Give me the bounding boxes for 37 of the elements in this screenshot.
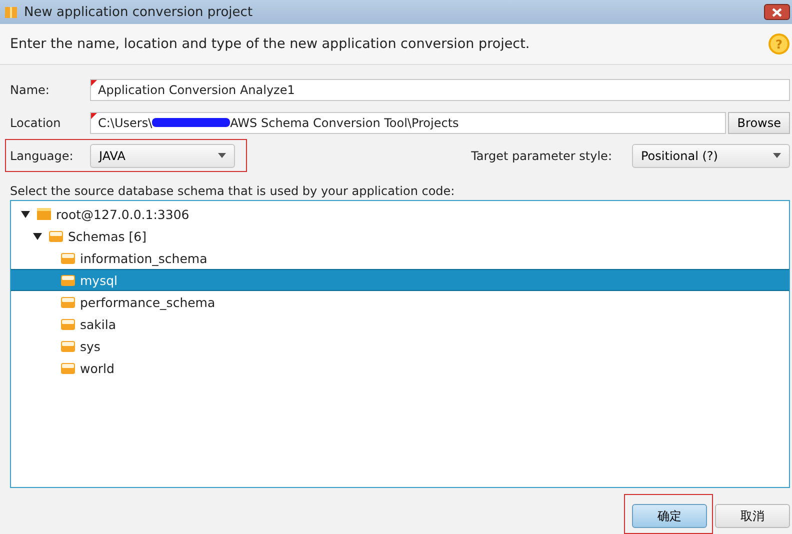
caret-icon — [773, 153, 781, 158]
folder-icon — [60, 295, 76, 309]
field-label: Name: — [10, 82, 50, 96]
dialog-button[interactable]: 确定 — [632, 504, 707, 528]
tree-item[interactable]: Schemas [6] — [11, 225, 789, 247]
folder-icon — [48, 229, 64, 243]
caret-icon — [218, 153, 226, 158]
language-dropdown[interactable]: JAVA — [90, 144, 235, 168]
expand-arrow-icon[interactable] — [33, 232, 42, 240]
folder-icon — [60, 339, 76, 353]
location-field[interactable]: C:\Users\ AWS Schema Conversion Tool\Projects — [90, 112, 726, 134]
close-icon — [771, 8, 783, 16]
folder-icon — [60, 317, 76, 331]
dialog-button[interactable]: 取消 — [715, 504, 790, 528]
tree-item[interactable]: mysql — [11, 269, 789, 291]
database-icon — [36, 207, 52, 221]
folder-icon — [60, 361, 76, 375]
tree-item[interactable]: information_schema — [11, 247, 789, 269]
folder-icon — [60, 273, 76, 287]
tree-item[interactable]: root@127.0.0.1:3306 — [11, 203, 789, 225]
tree-item[interactable]: performance_schema — [11, 291, 789, 313]
box-icon — [4, 5, 18, 19]
expand-arrow-icon[interactable] — [21, 210, 30, 218]
tree-caption: Select the source database schema that is used by your application code: — [10, 184, 456, 200]
instruction-text: Enter the name, location and type of the new application conversion project. — [10, 36, 531, 52]
field-label: Target parameter style: — [471, 148, 612, 162]
close-button[interactable] — [764, 4, 790, 20]
field-label: Location — [10, 116, 62, 130]
tree-item[interactable]: sakila — [11, 313, 789, 335]
tree-item[interactable]: sys — [11, 335, 789, 357]
folder-icon — [60, 251, 76, 265]
field-label: Language: — [10, 148, 74, 162]
window-title: New application conversion project — [24, 4, 254, 20]
name-field[interactable]: Application Conversion Analyze1 — [90, 78, 790, 100]
parameter-style-dropdown[interactable]: Positional (?) — [632, 144, 790, 168]
tree-item[interactable]: world — [11, 357, 789, 379]
browse-button[interactable]: Browse — [728, 112, 790, 134]
